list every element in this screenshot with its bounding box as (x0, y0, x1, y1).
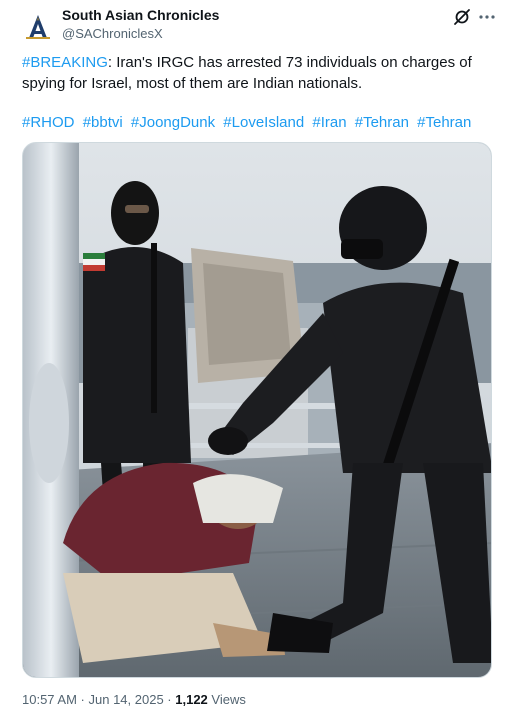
more-icon[interactable] (476, 7, 498, 27)
meta-separator: · (76, 692, 89, 707)
hashtag-joongdunk[interactable]: #JoongDunk (131, 114, 215, 131)
tweet-text: #BREAKING: Iran's IRGC has arrested 73 i… (22, 52, 500, 94)
hashtag-loveisland[interactable]: #LoveIsland (223, 114, 304, 131)
author-display-name[interactable]: South Asian Chronicles (62, 7, 219, 23)
tweet-header: A South Asian Chronicles @SAChroniclesX (0, 0, 514, 50)
hashtag-iran[interactable]: #Iran (312, 114, 346, 131)
avatar[interactable]: A (20, 9, 56, 45)
photo-illustration (23, 143, 491, 677)
hashtag-bbtvi[interactable]: #bbtvi (83, 114, 123, 131)
avatar-logo-icon: A (26, 15, 50, 39)
hashtag-breaking[interactable]: #BREAKING (22, 54, 108, 71)
hashtag-tehran-2[interactable]: #Tehran (417, 114, 471, 131)
views-label: Views (207, 692, 246, 707)
tweet-time[interactable]: 10:57 AM (22, 692, 77, 707)
hashtag-tehran[interactable]: #Tehran (355, 114, 409, 131)
hashtag-rhod[interactable]: #RHOD (22, 114, 75, 131)
tweet-meta: 10:57 AM · Jun 14, 2025 · 1,122 Views (22, 692, 246, 707)
grok-icon[interactable] (452, 7, 472, 27)
avatar-letter: A (37, 17, 40, 22)
meta-separator-2: · (163, 692, 176, 707)
views-count: 1,122 (175, 692, 208, 707)
author-handle[interactable]: @SAChroniclesX (62, 26, 163, 41)
tweet: A South Asian Chronicles @SAChroniclesX … (0, 0, 514, 714)
hashtag-list: #RHOD #bbtvi #JoongDunk #LoveIsland #Ira… (22, 112, 500, 133)
tweet-date[interactable]: Jun 14, 2025 (89, 692, 164, 707)
tweet-photo[interactable] (22, 142, 492, 678)
